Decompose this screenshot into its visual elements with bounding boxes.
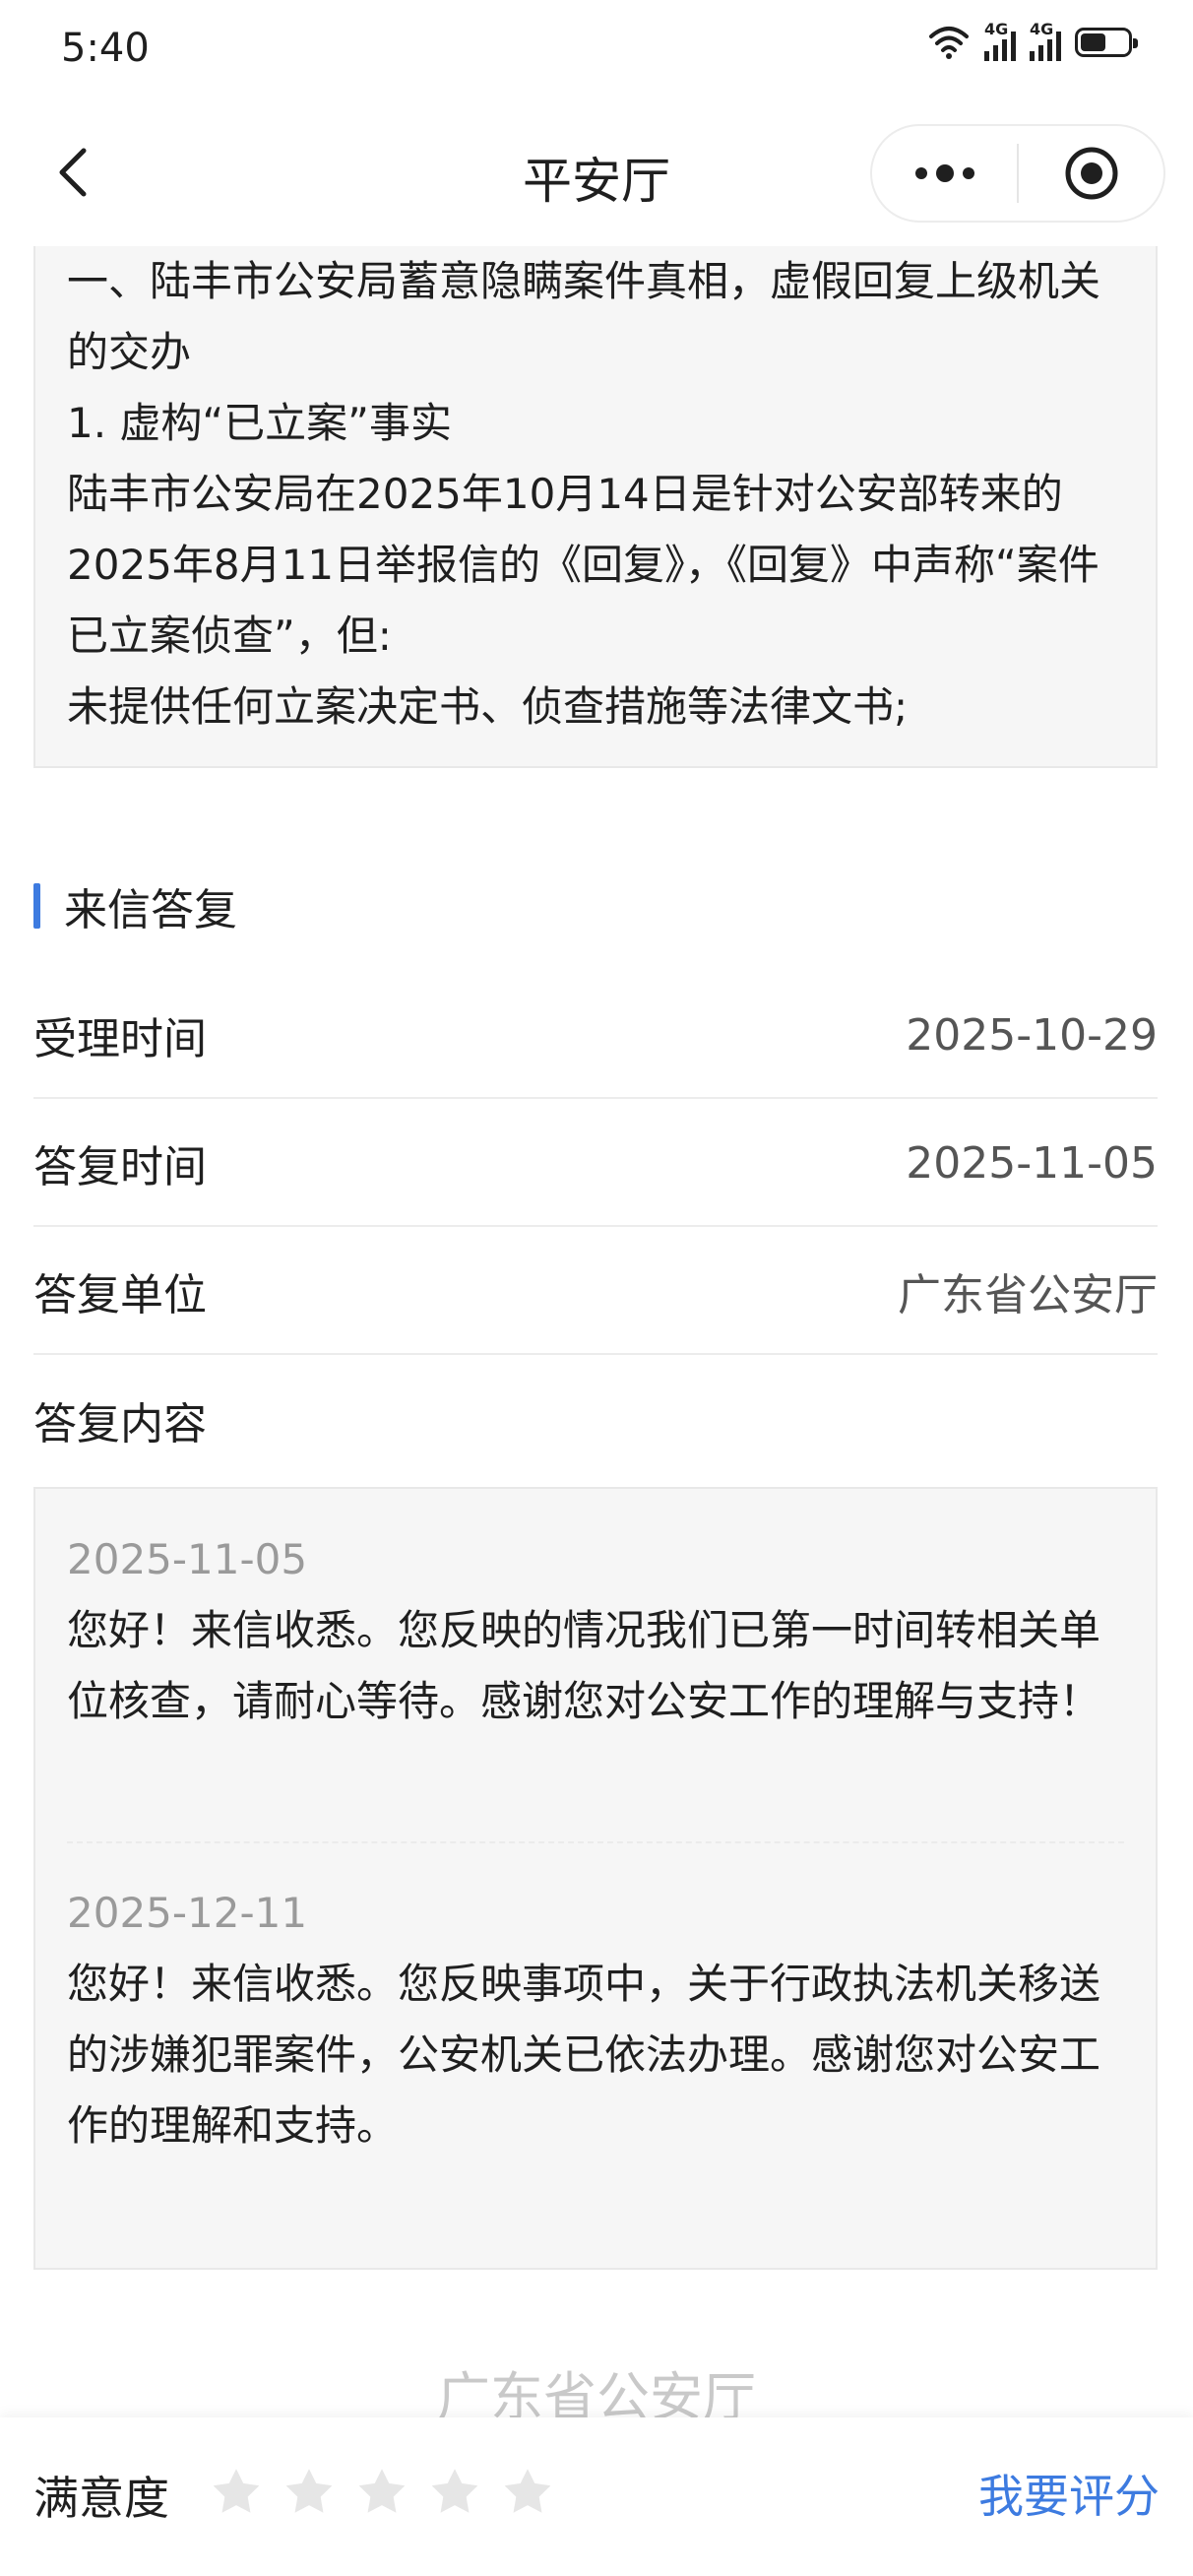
letter-line: 1. 虚构“已立案”事实: [67, 399, 452, 447]
reply-date: 2025-11-05: [67, 1535, 308, 1583]
status-icons: 4G 4G: [927, 20, 1138, 61]
row-value: 2025-10-29: [906, 1009, 1158, 1061]
star-icon[interactable]: [427, 2465, 482, 2520]
close-miniprogram-button[interactable]: [1019, 126, 1163, 221]
target-close-icon: [1065, 147, 1117, 200]
letter-content-box: 一、陆丰市公安局蓄意隐瞒案件真相，虚假回复上级机关的交办 1. 虚构“已立案”事…: [33, 246, 1158, 768]
star-icon[interactable]: [209, 2465, 264, 2520]
row-label: 受理时间: [33, 1014, 207, 1064]
letter-content: 一、陆丰市公安局蓄意隐瞒案件真相，虚假回复上级机关的交办 1. 虚构“已立案”事…: [35, 246, 1156, 742]
miniprogram-capsule: [870, 124, 1165, 223]
row-value: 2025-11-05: [906, 1137, 1158, 1189]
star-icon[interactable]: [354, 2465, 409, 2520]
status-time: 5:40: [61, 26, 150, 71]
row-label: 答复单位: [33, 1270, 207, 1320]
reply-unit-row: 答复单位 广东省公安厅: [33, 1229, 1158, 1355]
status-bar: 5:40 4G 4G: [0, 0, 1193, 98]
nav-bar: 平安厅: [0, 98, 1193, 246]
network-type-label: 4G: [1030, 20, 1054, 38]
more-button[interactable]: [872, 126, 1017, 221]
reply-entry: 2025-11-05 您好！来信收悉。您反映的情况我们已第一时间转相关单位核查，…: [67, 1524, 1124, 1737]
network-type-label: 4G: [984, 20, 1009, 38]
reply-time-row: 答复时间 2025-11-05: [33, 1101, 1158, 1227]
letter-line: 未提供任何立案决定书、侦查措施等法律文书;: [67, 682, 909, 731]
star-icon[interactable]: [282, 2465, 337, 2520]
row-label: 答复时间: [33, 1142, 207, 1192]
reply-section-title: 来信答复: [33, 876, 237, 935]
bottom-rating-bar: 满意度 我要评分: [0, 2417, 1193, 2576]
reply-text: 您好！来信收悉。您反映事项中，关于行政执法机关移送的涉嫌犯罪案件，公安机关已依法…: [67, 1960, 1101, 2150]
wifi-icon: [929, 27, 969, 59]
letter-line: 陆丰市公安局在2025年10月14日是针对公安部转来的2025年8月11日举报信…: [67, 470, 1099, 660]
rate-button[interactable]: 我要评分: [978, 2461, 1160, 2526]
rating-stars: [209, 2465, 555, 2520]
reply-date: 2025-12-11: [67, 1889, 308, 1937]
letter-line: 一、陆丰市公安局蓄意隐瞒案件真相，虚假回复上级机关的交办: [67, 257, 1101, 376]
reply-content-row: 答复内容: [33, 1357, 1158, 1483]
row-label: 答复内容: [33, 1399, 207, 1449]
row-value: 广东省公安厅: [898, 1270, 1158, 1320]
star-icon[interactable]: [500, 2465, 555, 2520]
cell-signal-icon-2: 4G: [1030, 20, 1061, 61]
section-accent-bar: [33, 883, 40, 929]
accept-time-row: 受理时间 2025-10-29: [33, 973, 1158, 1099]
section-title-text: 来信答复: [64, 885, 237, 935]
battery-icon: [1075, 28, 1138, 57]
reply-divider: [67, 1841, 1124, 1843]
reply-content-box: 2025-11-05 您好！来信收悉。您反映的情况我们已第一时间转相关单位核查，…: [33, 1487, 1158, 2270]
reply-text: 您好！来信收悉。您反映的情况我们已第一时间转相关单位核查，请耐心等待。感谢您对公…: [67, 1606, 1101, 1725]
cell-signal-icon-1: 4G: [984, 20, 1016, 61]
satisfaction-label: 满意度: [33, 2472, 169, 2525]
reply-entry: 2025-12-11 您好！来信收悉。您反映事项中，关于行政执法机关移送的涉嫌犯…: [67, 1878, 1124, 2161]
more-dots-icon: [914, 164, 974, 182]
